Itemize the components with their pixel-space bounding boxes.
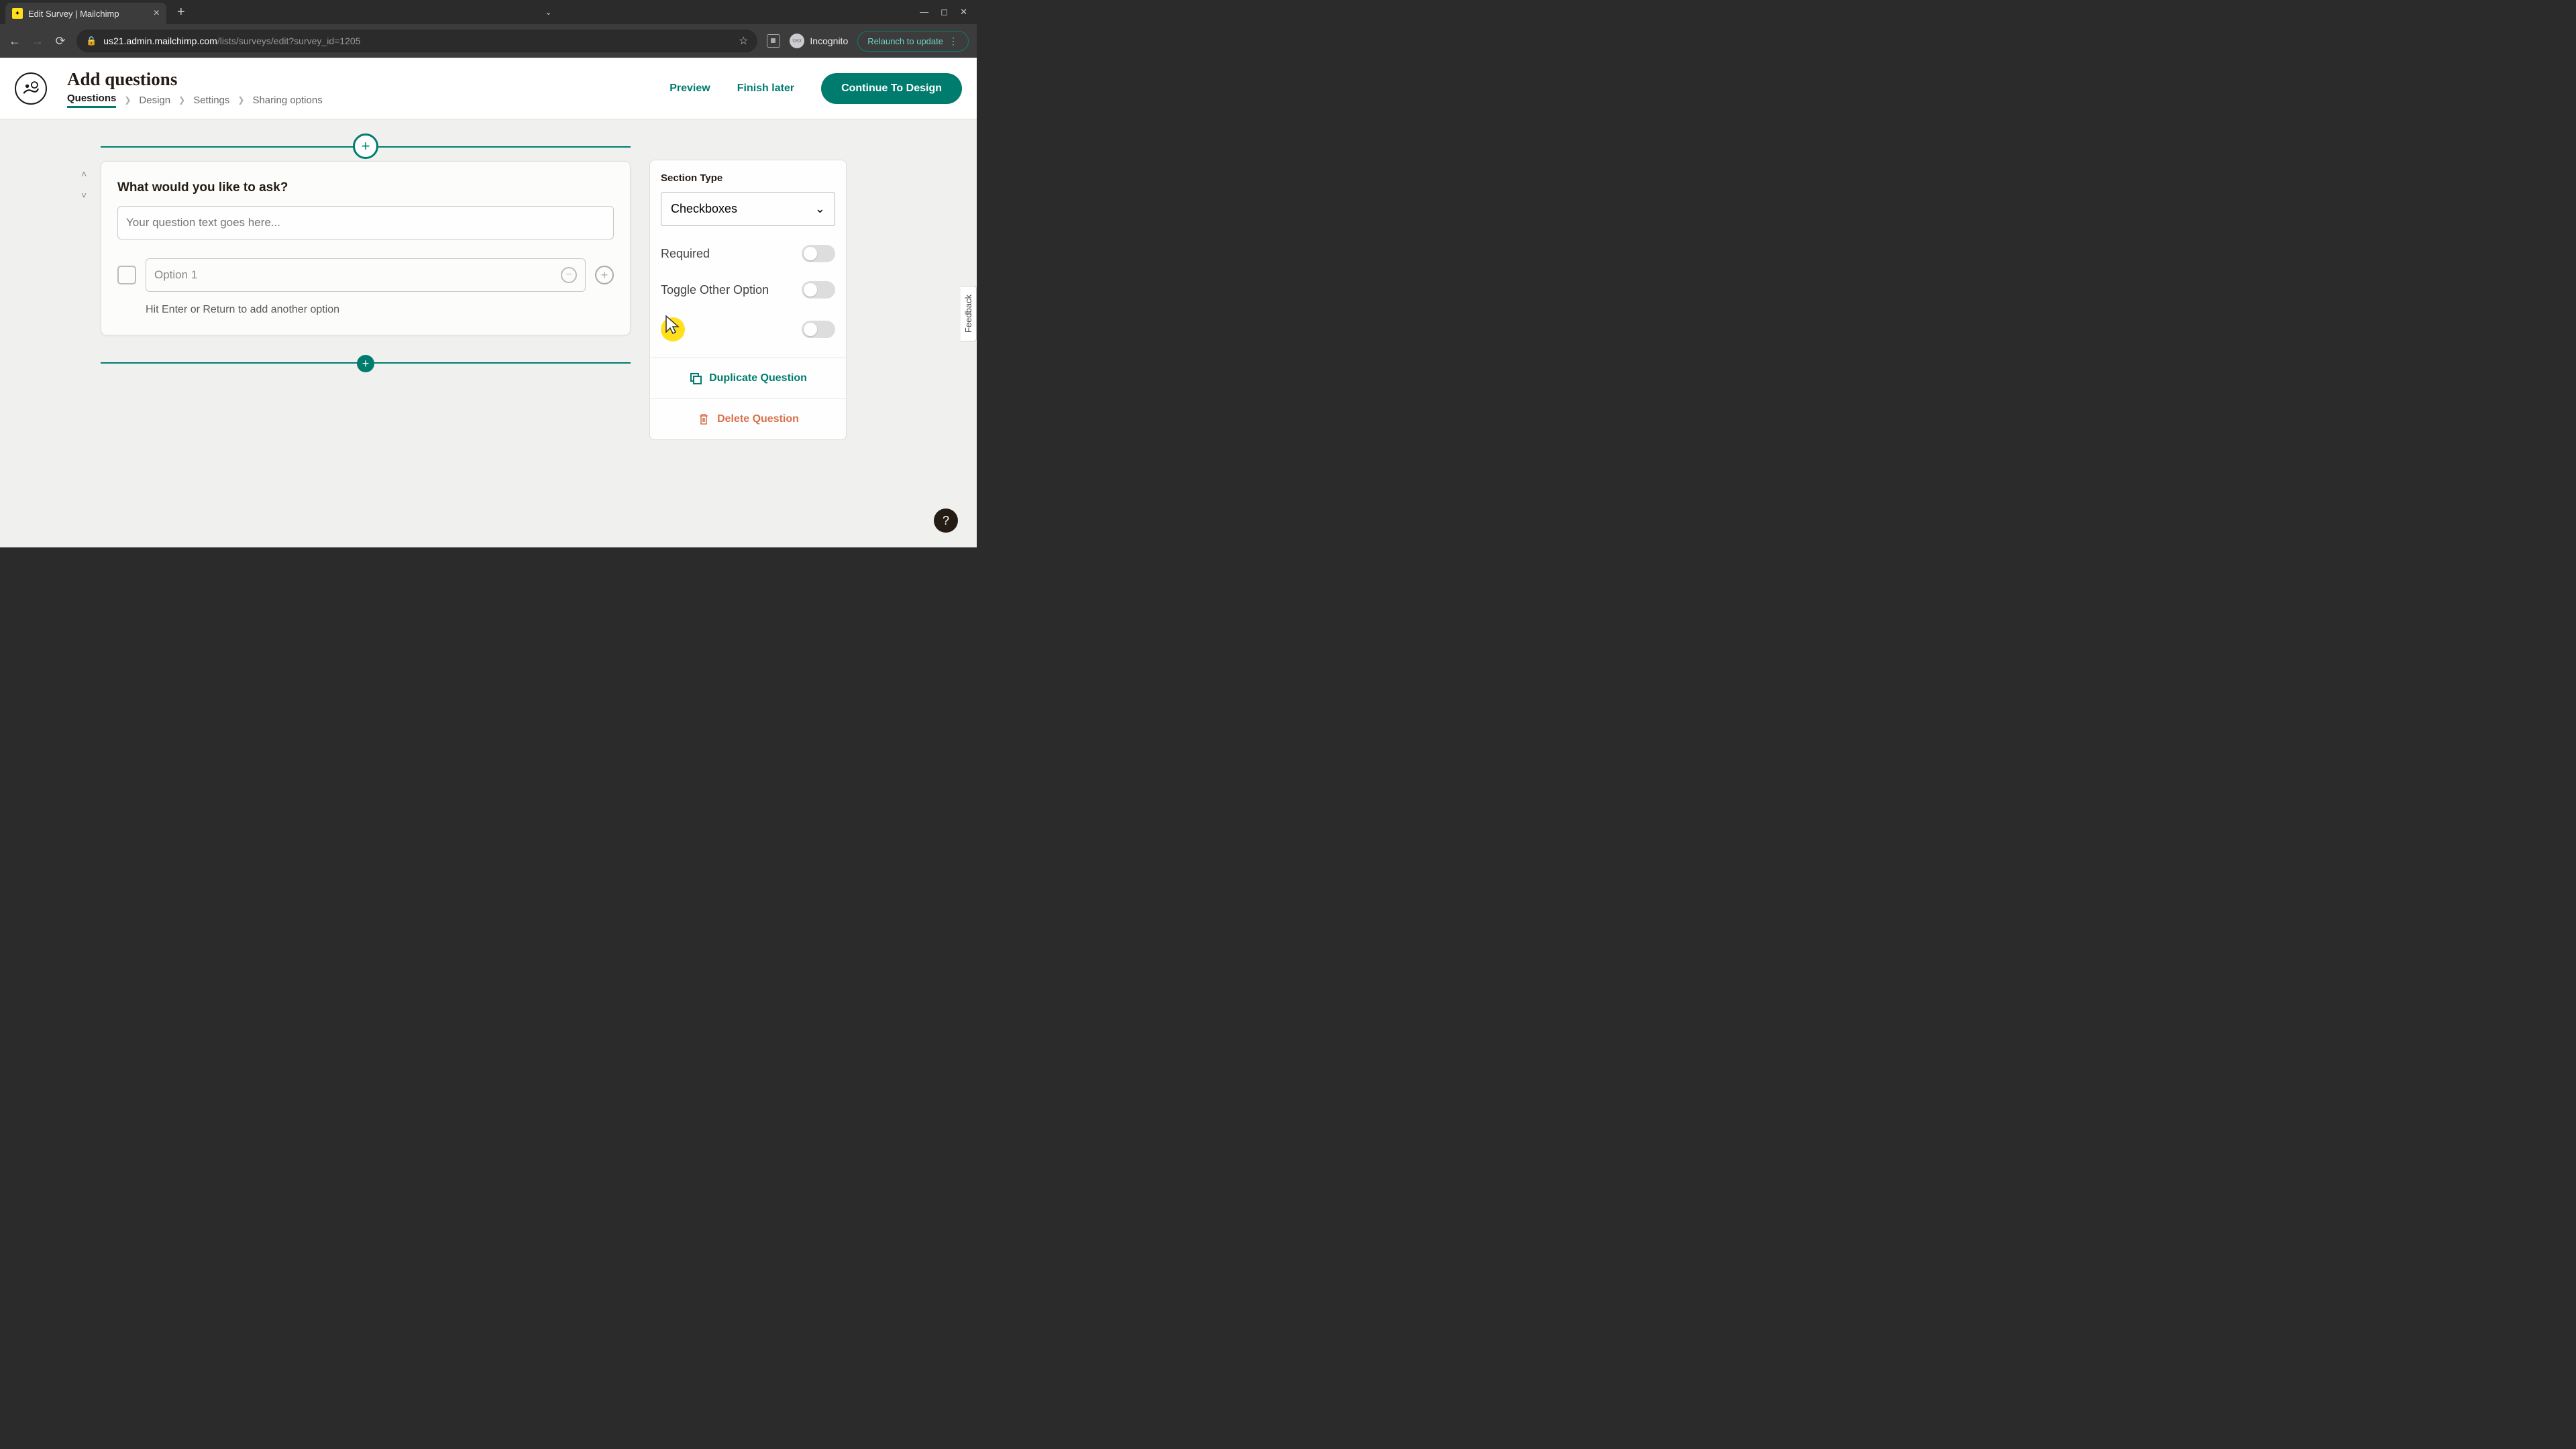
breadcrumb-sharing[interactable]: Sharing options [252, 95, 322, 106]
move-down-icon[interactable]: ˅ [81, 190, 87, 201]
section-type-value: Checkboxes [671, 202, 737, 216]
lock-icon: 🔒 [86, 36, 97, 46]
question-card[interactable]: ˄ ˅ What would you like to ask? Option 1… [101, 161, 631, 335]
option-checkbox[interactable] [117, 266, 136, 284]
add-option-icon[interactable]: + [595, 266, 614, 284]
mailchimp-logo[interactable] [15, 72, 47, 105]
cursor-highlight-icon [661, 317, 685, 341]
section-type-select[interactable]: Checkboxes ⌄ [661, 192, 835, 226]
url-domain: us21.admin.mailchimp.com [103, 36, 217, 46]
option-hint: Hit Enter or Return to add another optio… [146, 304, 614, 316]
option-placeholder: Option 1 [154, 268, 197, 282]
url-path: /lists/surveys/edit?survey_id=1205 [217, 36, 361, 46]
other-option-label: Toggle Other Option [661, 283, 769, 297]
minimize-icon[interactable]: — [920, 7, 928, 17]
incognito-label: Incognito [810, 36, 848, 46]
bookmark-star-icon[interactable]: ☆ [739, 34, 748, 48]
required-label: Required [661, 247, 710, 261]
chevron-right-icon: ❯ [178, 95, 185, 105]
incognito-icon: 👓 [790, 34, 804, 48]
duplicate-label: Duplicate Question [709, 372, 807, 384]
add-question-top-button[interactable]: + [353, 133, 378, 159]
breadcrumb: Questions ❯ Design ❯ Settings ❯ Sharing … [67, 93, 669, 108]
question-prompt-label: What would you like to ask? [117, 180, 614, 195]
kebab-icon: ⋮ [949, 36, 959, 47]
reload-icon[interactable]: ⟳ [54, 34, 67, 48]
tab-close-icon[interactable]: × [154, 7, 160, 19]
other-option-toggle[interactable] [802, 281, 835, 299]
insert-divider-bottom: + [101, 362, 631, 364]
delete-label: Delete Question [717, 413, 799, 425]
delete-question-button[interactable]: Delete Question [650, 399, 846, 439]
page-title: Add questions [67, 69, 669, 90]
chevron-right-icon: ❯ [237, 95, 244, 105]
third-toggle[interactable] [802, 321, 835, 338]
preview-button[interactable]: Preview [669, 83, 710, 95]
required-toggle[interactable] [802, 245, 835, 262]
duplicate-question-button[interactable]: Duplicate Question [650, 358, 846, 398]
question-settings-panel: Section Type Checkboxes ⌄ Required Toggl… [649, 160, 847, 440]
continue-button[interactable]: Continue To Design [821, 73, 962, 104]
question-text-input[interactable] [117, 206, 614, 239]
forward-icon[interactable]: → [31, 34, 44, 48]
relaunch-label: Relaunch to update [867, 36, 943, 46]
trash-icon [697, 413, 710, 426]
maximize-icon[interactable]: ◻ [941, 7, 948, 17]
tab-favicon: ✦ [12, 8, 23, 19]
address-bar[interactable]: 🔒 us21.admin.mailchimp.com/lists/surveys… [76, 30, 757, 52]
back-icon[interactable]: ← [8, 34, 21, 48]
close-window-icon[interactable]: ✕ [960, 7, 967, 17]
breadcrumb-design[interactable]: Design [139, 95, 170, 106]
option-text-input[interactable]: Option 1 − [146, 258, 586, 292]
breadcrumb-questions[interactable]: Questions [67, 93, 116, 108]
relaunch-button[interactable]: Relaunch to update ⋮ [857, 31, 969, 52]
tab-title: Edit Survey | Mailchimp [28, 9, 119, 19]
extensions-icon[interactable] [767, 34, 780, 48]
help-button[interactable]: ? [934, 508, 958, 533]
remove-option-icon[interactable]: − [561, 267, 577, 283]
breadcrumb-settings[interactable]: Settings [193, 95, 229, 106]
new-tab-button[interactable]: + [177, 5, 185, 20]
chevron-down-icon: ⌄ [815, 202, 825, 216]
finish-later-button[interactable]: Finish later [737, 83, 794, 95]
add-question-bottom-button[interactable]: + [357, 355, 374, 372]
insert-divider-top: + [101, 146, 631, 148]
move-up-icon[interactable]: ˄ [81, 168, 87, 179]
duplicate-icon [689, 372, 702, 385]
chevron-right-icon: ❯ [124, 95, 131, 105]
tab-list-dropdown-icon[interactable]: ⌄ [545, 7, 551, 17]
incognito-indicator[interactable]: 👓 Incognito [790, 34, 848, 48]
browser-tab[interactable]: ✦ Edit Survey | Mailchimp × [5, 3, 166, 24]
feedback-tab[interactable]: Feedback [961, 286, 977, 341]
section-type-label: Section Type [661, 172, 835, 184]
